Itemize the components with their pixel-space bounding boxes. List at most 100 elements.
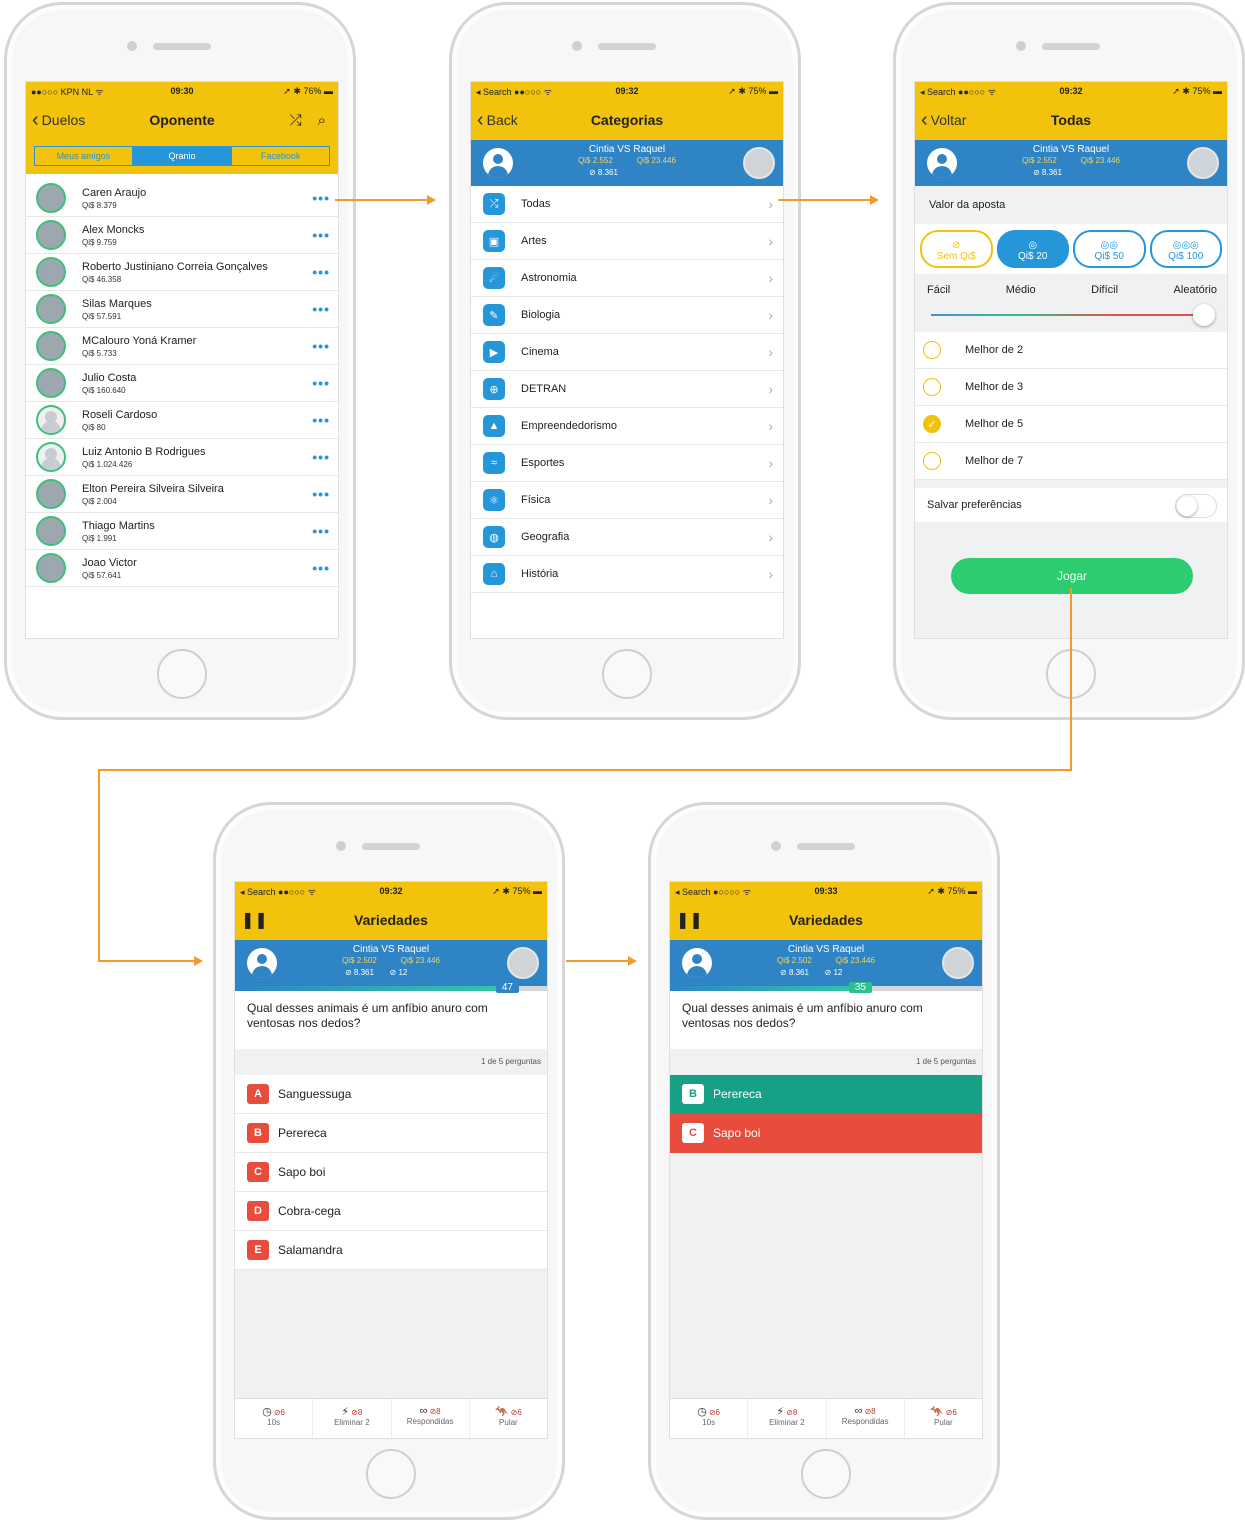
category-row[interactable]: ▲ Empreendedorismo ›: [471, 408, 783, 445]
search-icon[interactable]: ⌕: [318, 112, 326, 129]
home-button[interactable]: [801, 1449, 851, 1499]
more-icon[interactable]: •••: [312, 264, 330, 280]
answer-option[interactable]: E Salamandra: [235, 1231, 547, 1270]
battery-status: ➚ ✱ 76% ▬: [283, 85, 333, 96]
home-button[interactable]: [602, 649, 652, 699]
bet-label: Qi$ 100: [1168, 251, 1204, 262]
friend-row[interactable]: Roseli Cardoso Qi$ 80 •••: [26, 402, 338, 439]
more-icon[interactable]: •••: [312, 449, 330, 465]
home-button[interactable]: [157, 649, 207, 699]
bet-100-button[interactable]: ◎◎◎ Qi$ 100: [1149, 230, 1222, 268]
more-icon[interactable]: •••: [312, 375, 330, 391]
answer-option[interactable]: C Sapo boi: [235, 1153, 547, 1192]
category-row[interactable]: ✎ Biologia ›: [471, 297, 783, 334]
category-row[interactable]: ☄ Astronomia ›: [471, 260, 783, 297]
category-row[interactable]: ≈ Esportes ›: [471, 445, 783, 482]
answer-option[interactable]: B Perereca: [235, 1114, 547, 1153]
powerup-cost: ⊘8: [864, 1407, 876, 1416]
option-best-of-5[interactable]: ✓ Melhor de 5: [915, 406, 1227, 443]
home-button[interactable]: [366, 1449, 416, 1499]
category-row[interactable]: ▣ Artes ›: [471, 223, 783, 260]
friend-row[interactable]: Roberto Justiniano Correia Gonçalves Qi$ …: [26, 254, 338, 291]
category-row[interactable]: ⤮ Todas ›: [471, 186, 783, 223]
play-button[interactable]: Jogar: [951, 558, 1193, 594]
friend-row[interactable]: MCalouro Yoná Kramer Qi$ 5.733 •••: [26, 328, 338, 365]
skip-powerup[interactable]: 🦘 ⊘6 Pular: [470, 1399, 547, 1438]
more-icon[interactable]: •••: [312, 227, 330, 243]
more-icon[interactable]: •••: [312, 338, 330, 354]
carrier[interactable]: ◂ Search ●●○○○ ᯤ: [240, 885, 316, 898]
difficulty-track[interactable]: [931, 314, 1203, 316]
timer-powerup[interactable]: ◷ ⊘6 10s: [670, 1399, 749, 1438]
answer-letter: C: [682, 1123, 704, 1143]
back-button[interactable]: ‹ Voltar: [921, 110, 966, 130]
tab-qranio[interactable]: Qranio: [132, 146, 232, 166]
bet-20-button[interactable]: ◎ Qi$ 20: [996, 230, 1069, 268]
speaker: [598, 43, 656, 50]
friend-row[interactable]: Silas Marques Qi$ 57.591 •••: [26, 291, 338, 328]
carrier[interactable]: ◂ Search ●○○○○ ᯤ: [675, 885, 751, 898]
status-bar: ◂ Search ●●○○○ ᯤ 09:32 ➚ ✱ 75% ▬: [471, 82, 783, 100]
answer-option[interactable]: B Perereca: [670, 1075, 982, 1114]
more-icon[interactable]: •••: [312, 412, 330, 428]
option-best-of-2[interactable]: Melhor de 2: [915, 332, 1227, 369]
answer-option[interactable]: A Sanguessuga: [235, 1075, 547, 1114]
more-icon[interactable]: •••: [312, 486, 330, 502]
skip-powerup[interactable]: 🦘 ⊘6 Pular: [905, 1399, 982, 1438]
speaker: [1042, 43, 1100, 50]
option-best-of-7[interactable]: Melhor de 7: [915, 443, 1227, 480]
friend-row[interactable]: Joao Victor Qi$ 57.641 •••: [26, 550, 338, 587]
answer-option[interactable]: C Sapo boi: [670, 1114, 982, 1153]
difficulty-knob[interactable]: [1193, 304, 1215, 326]
back-button[interactable]: ‹ Back: [477, 110, 518, 130]
player2-score: Qi$ 23.446: [1080, 156, 1120, 165]
friend-row[interactable]: Alex Moncks Qi$ 9.759 •••: [26, 217, 338, 254]
category-row[interactable]: ⊕ DETRAN ›: [471, 371, 783, 408]
answered-powerup[interactable]: ∞ ⊘8 Respondidas: [827, 1399, 905, 1438]
back-button[interactable]: ‹ Duelos: [32, 110, 85, 130]
eliminate-powerup[interactable]: ⚡ ⊘8 Eliminar 2: [313, 1399, 392, 1438]
friend-row[interactable]: Julio Costa Qi$ 160.640 •••: [26, 365, 338, 402]
flow-line-4: [566, 960, 628, 962]
eliminate-powerup[interactable]: ⚡ ⊘8 Eliminar 2: [748, 1399, 827, 1438]
bet-50-button[interactable]: ◎◎ Qi$ 50: [1073, 230, 1146, 268]
category-row[interactable]: ▶ Cinema ›: [471, 334, 783, 371]
answered-powerup[interactable]: ∞ ⊘8 Respondidas: [392, 1399, 470, 1438]
player1-score: Qi$ 2.552: [1022, 156, 1057, 165]
friend-row[interactable]: Elton Pereira Silveira Silveira Qi$ 2.004…: [26, 476, 338, 513]
save-prefs-toggle[interactable]: [1175, 494, 1217, 518]
category-row[interactable]: ⚛ Física ›: [471, 482, 783, 519]
friend-name: Luiz Antonio B Rodrigues: [82, 445, 206, 458]
chevron-right-icon: ›: [768, 233, 773, 249]
answer-option[interactable]: D Cobra-cega: [235, 1192, 547, 1231]
battery-status: ➚ ✱ 75% ▬: [927, 885, 977, 896]
pause-icon[interactable]: ❚❚: [676, 910, 703, 930]
more-icon[interactable]: •••: [312, 301, 330, 317]
more-icon[interactable]: •••: [312, 190, 330, 206]
friend-row[interactable]: Thiago Martins Qi$ 1.991 •••: [26, 513, 338, 550]
binoculars-icon: ∞: [854, 1405, 863, 1417]
more-icon[interactable]: •••: [312, 560, 330, 576]
more-icon[interactable]: •••: [312, 523, 330, 539]
shuffle-icon[interactable]: ⤮: [290, 112, 302, 129]
category-row[interactable]: ◍ Geografia ›: [471, 519, 783, 556]
option-best-of-3[interactable]: Melhor de 3: [915, 369, 1227, 406]
avatar: [36, 479, 66, 509]
bet-label: Qi$ 50: [1094, 251, 1124, 262]
player1-extra: ⊘ 8.361: [589, 168, 618, 177]
friend-row[interactable]: Caren Araujo Qi$ 8.379 •••: [26, 180, 338, 217]
bet-none-button[interactable]: ⊘ Sem Qi$: [920, 230, 993, 268]
tab-facebook[interactable]: Facebook: [231, 146, 331, 166]
carrier[interactable]: ◂ Search ●●○○○ ᯤ: [476, 85, 552, 98]
nav-bar: ❚❚ Variedades: [235, 900, 547, 940]
powerup-label: Pular: [934, 1418, 953, 1427]
friend-row[interactable]: Luiz Antonio B Rodrigues Qi$ 1.024.426 •••: [26, 439, 338, 476]
pause-icon[interactable]: ❚❚: [241, 910, 268, 930]
opponent-avatar: [507, 947, 539, 979]
option-label: Melhor de 3: [965, 381, 1024, 393]
battery-status: ➚ ✱ 75% ▬: [728, 85, 778, 96]
category-row[interactable]: ⌂ História ›: [471, 556, 783, 593]
carrier[interactable]: ◂ Search ●●○○○ ᯤ: [920, 85, 996, 98]
tab-meus-amigos[interactable]: Meus amigos: [34, 146, 133, 166]
timer-powerup[interactable]: ◷ ⊘6 10s: [235, 1399, 314, 1438]
